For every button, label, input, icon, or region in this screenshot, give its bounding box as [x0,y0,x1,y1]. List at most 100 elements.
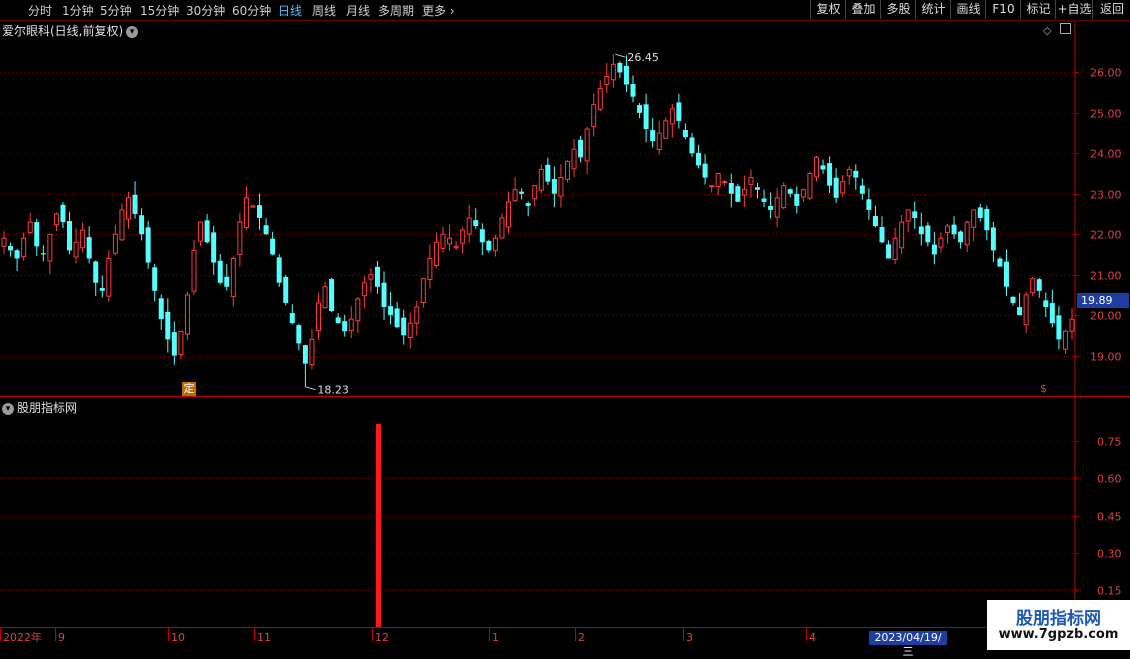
toolbar-button-4[interactable]: 画线 [950,0,986,19]
candle-body [211,232,217,263]
toolbar-button-6[interactable]: 标记 [1020,0,1056,19]
candle-body [106,257,112,297]
candle-body [119,209,125,241]
period-tab-4[interactable]: 30分钟 [186,2,225,19]
candle-body [1043,300,1049,308]
candle-body [682,129,688,138]
candle-body [270,238,276,255]
candle-body [538,168,544,191]
indicator-title[interactable]: ▾ 股朋指标网 [2,399,77,416]
diamond-icon[interactable]: ◇ [1043,24,1051,37]
candle-body [591,104,597,128]
candle-body [617,62,623,73]
date-axis-label: 12 [375,631,389,644]
indicator-tick-label: 0.45 [1097,511,1122,524]
candle-body [67,221,73,251]
panel-toggle-icon[interactable] [1060,23,1071,34]
candle-body [466,217,472,235]
candle-body [709,185,715,188]
toolbar-button-7[interactable]: +自选 [1055,0,1093,19]
candle-body [578,139,584,158]
candle-body [840,181,846,194]
candle-body [296,325,302,344]
candle-body [650,130,656,142]
indicator-tick-label: 0.30 [1097,548,1122,561]
candle-body [453,245,459,249]
candle-body [997,258,1003,267]
candle-body [1023,294,1029,326]
chevron-down-icon[interactable]: ▾ [126,25,139,38]
date-axis-label: 11 [257,631,271,644]
watermark: 股朋指标网 www.7gpzb.com [987,600,1130,650]
main-chart-title[interactable]: 爱尔眼科(日线,前复权) ▾ [2,22,139,39]
candle-body [178,330,184,355]
period-tab-1[interactable]: 1分钟 [62,2,94,19]
candle-body [866,199,872,210]
period-tab-2[interactable]: 5分钟 [100,2,132,19]
watermark-url: www.7gpzb.com [998,627,1119,642]
candle-body [748,177,754,186]
date-axis-label: 1 [492,631,499,644]
period-tab-3[interactable]: 15分钟 [140,2,179,19]
candle-body [669,108,675,125]
period-tab-9[interactable]: 多周期 [378,2,414,19]
chevron-down-icon[interactable]: ▾ [2,402,14,415]
candle-body [14,250,20,259]
candle-body [420,278,426,304]
toolbar-button-8[interactable]: 返回 [1092,0,1130,19]
period-tab-7[interactable]: 周线 [312,2,336,19]
candle-body [512,189,518,202]
candle-body [145,227,151,263]
candle-body [696,152,702,166]
candle-body [309,338,315,366]
candle-body [1,237,7,247]
indicator-signal-bar [376,423,381,627]
watermark-name: 股朋指标网 [1016,609,1101,629]
toolbar-button-0[interactable]: 复权 [810,0,846,19]
candle-body [191,249,197,292]
candle-body [329,279,335,312]
candle-body [984,208,990,231]
candle-body [40,253,46,255]
candle-body [931,244,937,255]
candle-body [853,170,859,178]
period-tab-8[interactable]: 月线 [346,2,370,19]
date-axis-label: 2 [578,631,585,644]
period-tab-5[interactable]: 60分钟 [232,2,271,19]
toolbar-button-3[interactable]: 统计 [915,0,951,19]
low-price-label: 18.23 [317,384,349,397]
y-tick-label: 21.00 [1090,270,1122,283]
dollar-mark[interactable]: $ [1040,382,1047,395]
candle-body [643,104,649,130]
candle-body [741,189,747,196]
candle-body [250,205,256,208]
period-tab-6[interactable]: 日线 [278,2,302,19]
candle-body [722,181,728,184]
candle-body [257,205,263,219]
candle-body [368,274,374,280]
candle-body [302,345,308,364]
toolbar-button-1[interactable]: 叠加 [845,0,881,19]
candle-body [1049,303,1055,324]
period-tab-10[interactable]: 更多 › [422,2,455,19]
candle-body [532,185,538,200]
candle-body [813,156,819,178]
candle-body [827,163,833,186]
candle-body [73,241,79,258]
current-price-tag: 19.89 [1077,293,1129,308]
candle-body [80,229,86,249]
y-tick-label: 23.00 [1090,189,1122,202]
ding-badge[interactable]: 定 [182,382,196,396]
period-tab-0[interactable]: 分时 [28,2,52,19]
candle-body [1036,279,1042,291]
candle-body [53,213,59,226]
candle-body [283,276,289,303]
candle-body [761,198,767,202]
candle-body [401,317,407,336]
candle-body [8,246,14,251]
toolbar-button-5[interactable]: F10 [985,0,1021,19]
candle-body [597,88,603,110]
candle-body [184,294,190,335]
chart-canvas[interactable]: 19.00 20.00 21.00 22.00 23.00 24.00 25.00 26.00… [0,0,1130,650]
toolbar-button-2[interactable]: 多股 [880,0,916,19]
